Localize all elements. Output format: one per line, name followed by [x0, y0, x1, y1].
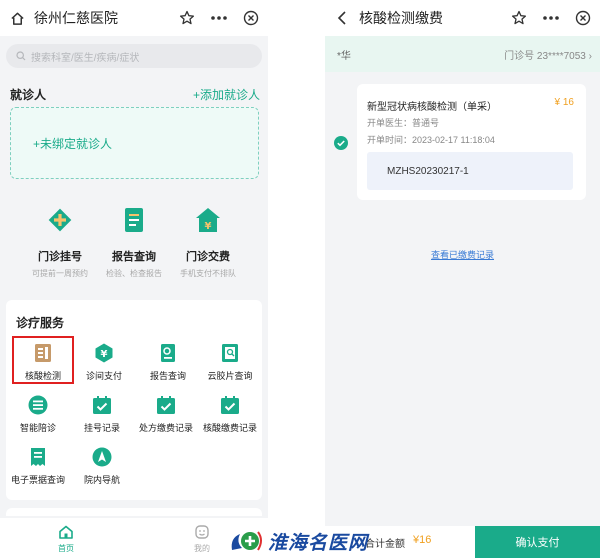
total-amount: ¥16 — [413, 534, 432, 546]
more-icon[interactable] — [210, 9, 228, 27]
order-code: MZHS20230217-1 — [367, 152, 573, 190]
nucleic-test-icon — [35, 344, 51, 362]
quick-report-sub: 检验、检查报告 — [106, 269, 162, 278]
search-input[interactable]: 搜索科室/医生/疾病/症状 — [6, 44, 262, 68]
home-icon — [59, 525, 73, 539]
navigation-icon — [92, 447, 112, 467]
watermark: 淮海名医网 — [228, 526, 408, 556]
service-navigation-label: 院内导航 — [83, 475, 120, 485]
service-prescription-record-label: 处方缴费记录 — [138, 423, 193, 433]
left-title-bar: 徐州仁慈医院 — [0, 0, 268, 36]
chevron-right-icon: › — [588, 50, 592, 62]
prescription-record-icon — [157, 396, 175, 414]
patient-name: *华 — [337, 50, 351, 62]
service-register-record-label: 挂号记录 — [83, 423, 120, 433]
quick-report-label: 报告查询 — [112, 251, 156, 263]
cloud-film-icon — [222, 344, 238, 362]
close-circle-icon[interactable] — [574, 9, 592, 27]
service-report-query[interactable]: 报告查询 — [136, 342, 200, 382]
service-cloud-film[interactable]: 云胶片查询 — [198, 342, 262, 382]
patient-label: 就诊人 — [10, 88, 47, 102]
service-nucleic-pay-record-label: 核酸缴费记录 — [202, 423, 257, 433]
service-e-invoice-label: 电子票据查询 — [10, 475, 65, 485]
payment-page-title: 核酸检测缴费 — [359, 10, 443, 26]
service-register-record[interactable]: 挂号记录 — [70, 394, 134, 434]
service-e-invoice[interactable]: 电子票据查询 — [6, 446, 70, 486]
outpatient-number: 门诊号 23****7053 › — [504, 47, 592, 62]
services-card: 诊疗服务 核酸检测 ¥ 诊间支付 报告查询 云胶片查询 智能陪诊 挂号记录 处方… — [6, 300, 262, 500]
right-title-bar: 核酸检测缴费 — [325, 0, 600, 36]
outpatient-number-text: 门诊号 23****7053 — [504, 50, 586, 62]
paid-records-link[interactable]: 查看已缴费记录 — [325, 248, 600, 261]
order-item-price: ¥ 16 — [554, 97, 574, 108]
add-patient-button[interactable]: +添加就诊人 — [193, 86, 260, 103]
confirm-payment-label: 确认支付 — [515, 537, 560, 549]
tab-home-label: 首页 — [58, 544, 74, 553]
order-code-text: MZHS20230217-1 — [387, 165, 469, 177]
star-icon[interactable] — [178, 9, 196, 27]
panel-gap — [268, 0, 325, 558]
check-icon — [337, 140, 345, 147]
nucleic-payment-screen: 核酸检测缴费 *华 门诊号 23****7053 › 新型冠状病核酸检测（单采）… — [325, 0, 600, 558]
quick-payment-sub: 手机支付不排队 — [180, 269, 236, 278]
service-navigation[interactable]: 院内导航 — [70, 446, 134, 486]
clinic-pay-icon: ¥ — [95, 343, 113, 363]
patient-selector[interactable]: *华 门诊号 23****7053 › — [325, 36, 600, 72]
service-report-query-label: 报告查询 — [149, 371, 186, 381]
service-nucleic-test-label: 核酸检测 — [24, 371, 61, 381]
star-icon[interactable] — [510, 9, 528, 27]
order-card[interactable]: 新型冠状病核酸检测（单采） ¥ 16 开单医生：普通号 开单时间：2023-02… — [357, 84, 586, 200]
quick-payment-label: 门诊交费 — [186, 251, 230, 263]
order-time: 开单时间：2023-02-17 11:18:04 — [367, 135, 495, 145]
quick-registration[interactable]: 门诊挂号 可提前一周预约 — [20, 205, 100, 279]
service-nucleic-test[interactable]: 核酸检测 — [11, 342, 75, 382]
more-icon[interactable] — [542, 9, 560, 27]
quick-report[interactable]: 报告查询 检验、检查报告 — [94, 205, 174, 279]
tab-profile-label: 我的 — [194, 544, 210, 553]
profile-icon — [195, 525, 209, 539]
hospital-home-screen: 徐州仁慈医院 搜索科室/医生/疾病/症状 就诊人 +添加就诊人 +未绑定就诊人 … — [0, 0, 268, 558]
services-title: 诊疗服务 — [16, 316, 65, 330]
report-icon — [125, 208, 143, 232]
service-clinic-pay-label: 诊间支付 — [85, 371, 122, 381]
watermark-logo-icon — [231, 531, 262, 551]
tab-profile[interactable]: 我的 — [182, 524, 222, 554]
search-icon — [16, 51, 26, 61]
hospital-name: 徐州仁慈医院 — [34, 10, 118, 26]
quick-payment[interactable]: ¥ 门诊交费 手机支付不排队 — [168, 205, 248, 279]
smart-guide-icon — [28, 395, 48, 415]
service-smart-guide[interactable]: 智能陪诊 — [6, 394, 70, 434]
svg-text:¥: ¥ — [101, 349, 108, 360]
patient-section-header: 就诊人 +添加就诊人 — [10, 86, 260, 103]
watermark-text: 淮海名医网 — [268, 531, 369, 554]
unbound-patient-card[interactable]: +未绑定就诊人 — [10, 107, 259, 179]
e-invoice-icon — [31, 448, 45, 466]
nucleic-pay-record-icon — [221, 396, 239, 414]
order-doctor: 开单医生：普通号 — [367, 118, 440, 128]
order-item-name: 新型冠状病核酸检测（单采） — [367, 102, 497, 113]
quick-registration-sub: 可提前一周预约 — [32, 269, 88, 278]
quick-registration-label: 门诊挂号 — [38, 251, 82, 263]
service-prescription-record[interactable]: 处方缴费记录 — [134, 394, 198, 434]
register-record-icon — [93, 396, 111, 414]
svg-text:¥: ¥ — [205, 221, 212, 232]
service-smart-guide-label: 智能陪诊 — [19, 423, 56, 433]
service-cloud-film-label: 云胶片查询 — [207, 371, 253, 381]
service-clinic-pay[interactable]: ¥ 诊间支付 — [72, 342, 136, 382]
order-checkbox[interactable] — [334, 136, 348, 150]
close-circle-icon[interactable] — [242, 9, 260, 27]
next-card-edge — [6, 508, 262, 516]
search-placeholder: 搜索科室/医生/疾病/症状 — [31, 52, 140, 64]
confirm-payment-button[interactable]: 确认支付 — [475, 526, 600, 558]
home-outline-icon[interactable] — [8, 9, 26, 27]
report-query-icon — [161, 344, 175, 362]
back-icon[interactable] — [333, 9, 351, 27]
tab-home[interactable]: 首页 — [46, 524, 86, 554]
registration-icon — [48, 208, 72, 232]
payment-icon: ¥ — [196, 208, 220, 232]
unbound-patient-label: +未绑定就诊人 — [33, 136, 113, 151]
service-nucleic-pay-record[interactable]: 核酸缴费记录 — [198, 394, 262, 434]
